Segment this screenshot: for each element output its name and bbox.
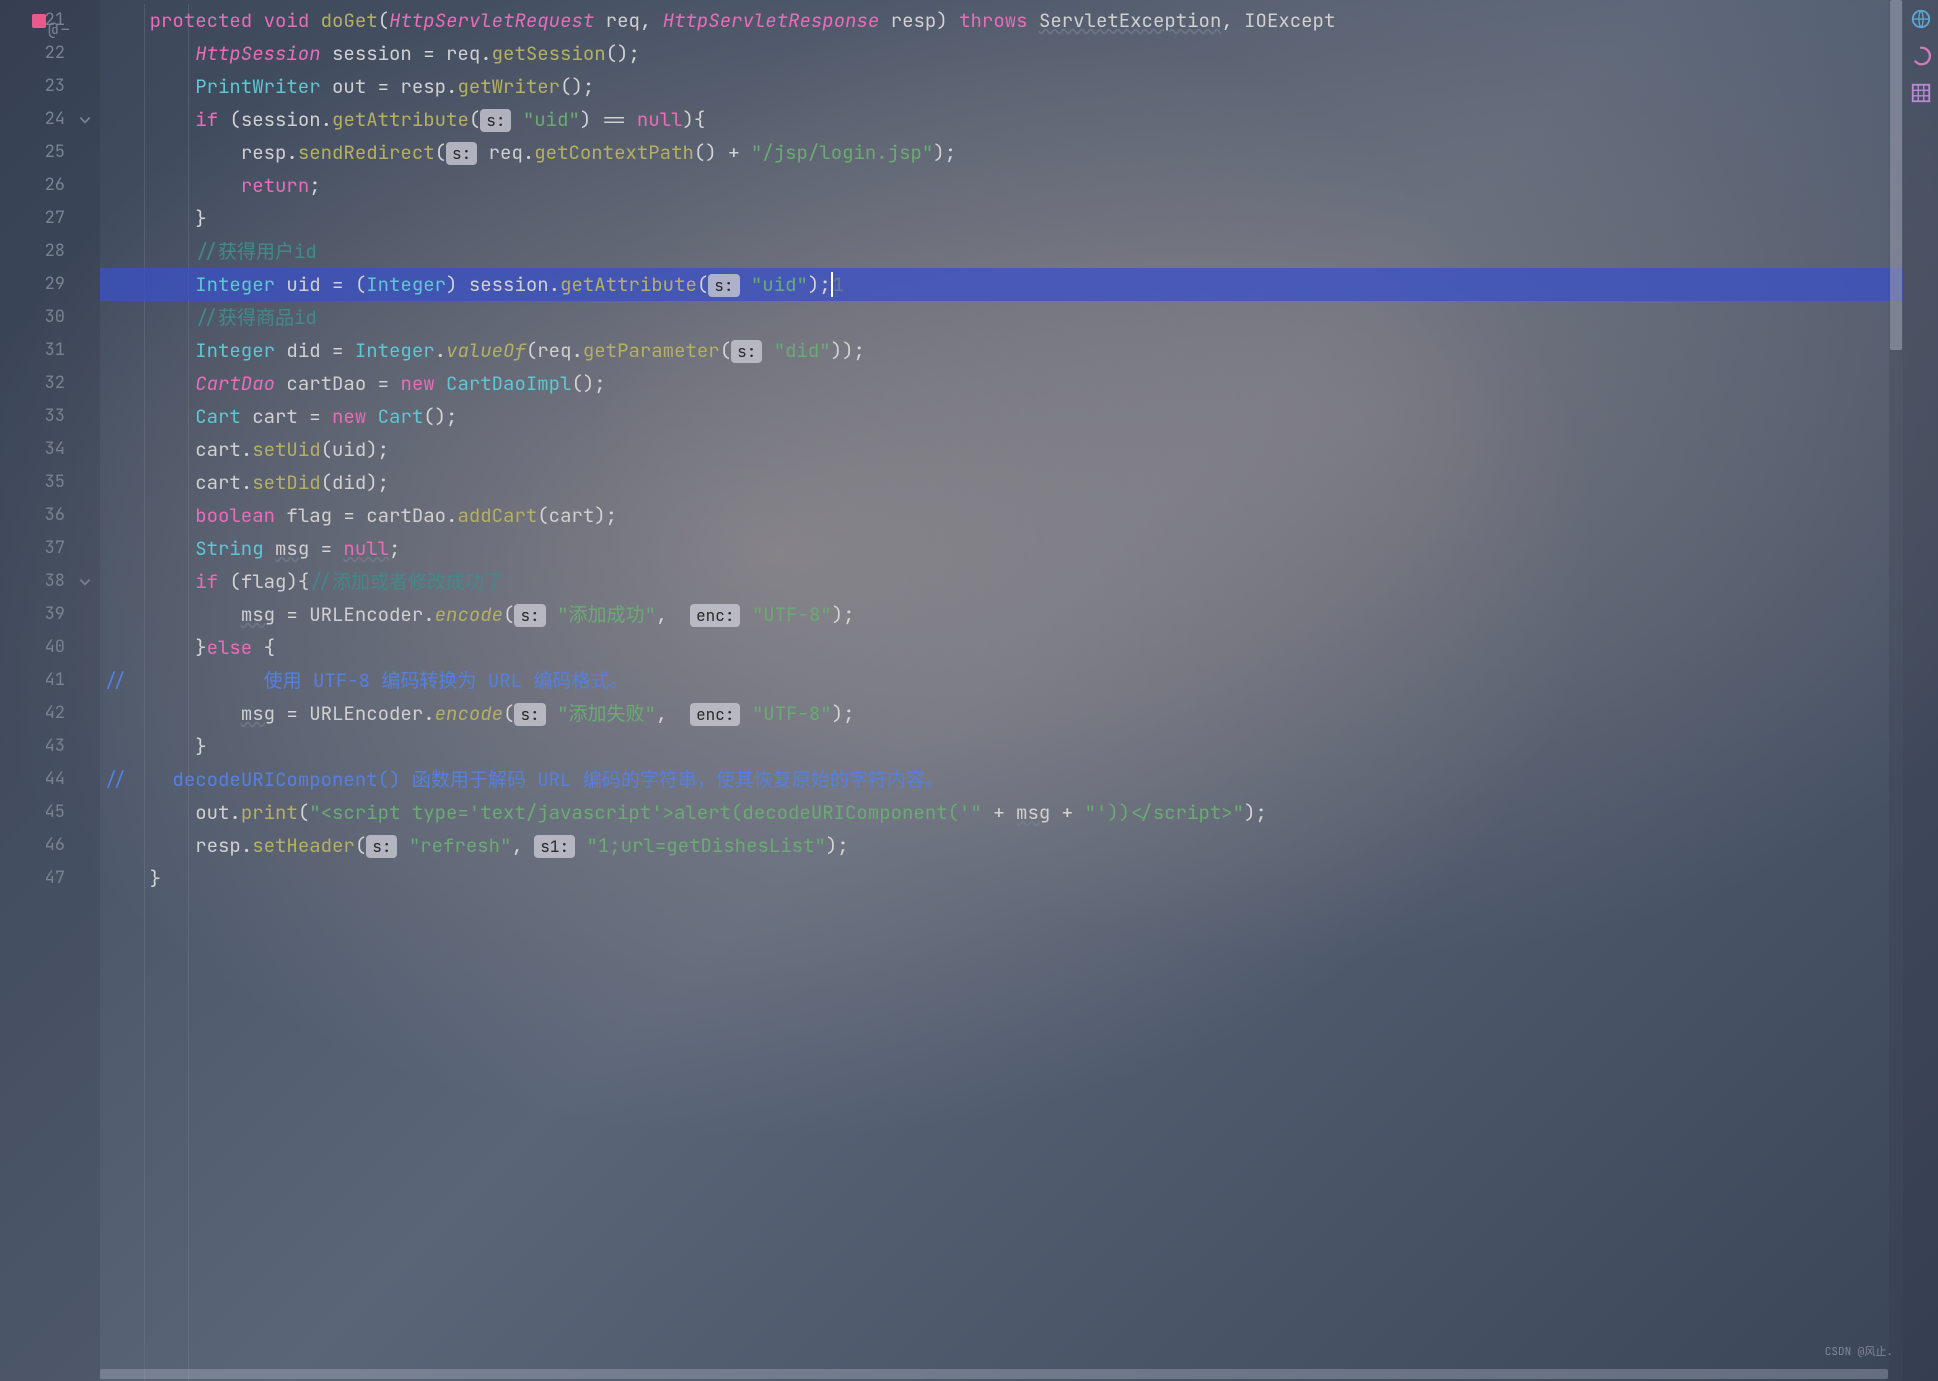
param-hint: s: <box>480 109 511 132</box>
code-line[interactable]: msg = URLEncoder.encode(s: "添加成功", enc: … <box>100 598 1903 631</box>
code-line[interactable]: // 使用 UTF-8 编码转换为 URL 编码格式。 <box>100 664 1903 697</box>
code-line[interactable]: CartDao cartDao = new CartDaoImpl(); <box>100 367 1903 400</box>
line-number[interactable]: 21 @ – <box>0 4 100 37</box>
code-line[interactable]: // decodeURIComponent() 函数用于解码 URL 编码的字符… <box>100 763 1903 796</box>
param-hint: s: <box>366 835 397 858</box>
line-number[interactable]: 47 <box>0 862 100 895</box>
code-line[interactable]: } <box>100 730 1903 763</box>
line-number[interactable]: 22 <box>0 37 100 70</box>
param-hint: s: <box>731 340 762 363</box>
line-number[interactable]: 25 <box>0 136 100 169</box>
line-number[interactable]: 33 <box>0 400 100 433</box>
line-number[interactable]: 27 <box>0 202 100 235</box>
vertical-scrollbar[interactable] <box>1889 0 1903 1381</box>
bookmark-icon[interactable] <box>32 14 46 28</box>
fold-chevron-icon[interactable] <box>78 575 92 589</box>
line-number[interactable]: 39 <box>0 598 100 631</box>
line-number[interactable]: 23 <box>0 70 100 103</box>
horizontal-scrollbar[interactable] <box>100 1369 1888 1379</box>
code-line[interactable]: out.print("<script type='text/javascript… <box>100 796 1903 829</box>
code-line[interactable]: } <box>100 202 1903 235</box>
line-number[interactable]: 38 <box>0 565 100 598</box>
code-line[interactable]: HttpSession session = req.getSession(); <box>100 37 1903 70</box>
code-editor[interactable]: 21 @ – 22 23 24 25 26 27 28 29 30 31 32 … <box>0 0 1938 1381</box>
code-line[interactable]: String msg = null; <box>100 532 1903 565</box>
code-line[interactable]: Integer uid = (Integer) session.getAttri… <box>100 268 1903 301</box>
code-line[interactable]: cart.setDid(did); <box>100 466 1903 499</box>
param-hint: enc: <box>690 703 740 726</box>
param-hint: enc: <box>690 604 740 627</box>
line-number[interactable]: 29 <box>0 268 100 301</box>
code-line[interactable]: Integer did = Integer.valueOf(req.getPar… <box>100 334 1903 367</box>
line-number[interactable]: 41 <box>0 664 100 697</box>
code-line[interactable]: resp.setHeader(s: "refresh", s1: "1;url=… <box>100 829 1903 862</box>
param-hint: s: <box>708 274 739 297</box>
line-number[interactable]: 36 <box>0 499 100 532</box>
line-number[interactable]: 24 <box>0 103 100 136</box>
inline-suggestion: 1 <box>831 272 844 297</box>
code-line[interactable]: if (session.getAttribute(s: "uid") == nu… <box>100 103 1903 136</box>
indent-guide <box>188 4 189 1381</box>
line-number[interactable]: 34 <box>0 433 100 466</box>
param-hint: s: <box>446 142 477 165</box>
param-hint: s: <box>514 703 545 726</box>
line-number[interactable]: 46 <box>0 829 100 862</box>
code-line[interactable]: if (flag){//添加或者修改成功了 <box>100 565 1903 598</box>
watermark-text: CSDN @风止. <box>1825 1343 1893 1359</box>
line-number[interactable]: 42 <box>0 697 100 730</box>
param-hint: s: <box>514 604 545 627</box>
line-number[interactable]: 28 <box>0 235 100 268</box>
line-number[interactable]: 35 <box>0 466 100 499</box>
line-number[interactable]: 26 <box>0 169 100 202</box>
line-number[interactable]: 37 <box>0 532 100 565</box>
fold-chevron-icon[interactable] <box>78 113 92 127</box>
code-line[interactable]: //获得商品id <box>100 301 1903 334</box>
line-number[interactable]: 31 <box>0 334 100 367</box>
globe-icon[interactable] <box>1910 8 1932 30</box>
param-hint: s1: <box>534 835 575 858</box>
line-number[interactable]: 30 <box>0 301 100 334</box>
indent-guide <box>144 4 145 1381</box>
line-number[interactable]: 43 <box>0 730 100 763</box>
code-line[interactable]: resp.sendRedirect(s: req.getContextPath(… <box>100 136 1903 169</box>
code-content[interactable]: protected void doGet(HttpServletRequest … <box>100 0 1903 1381</box>
code-line[interactable]: msg = URLEncoder.encode(s: "添加失败", enc: … <box>100 697 1903 730</box>
code-line[interactable]: return; <box>100 169 1903 202</box>
line-number[interactable]: 40 <box>0 631 100 664</box>
code-line[interactable]: //获得用户id <box>100 235 1903 268</box>
code-line[interactable]: } <box>100 862 1903 895</box>
grid-icon[interactable] <box>1910 82 1932 104</box>
code-line[interactable]: PrintWriter out = resp.getWriter(); <box>100 70 1903 103</box>
code-line[interactable]: Cart cart = new Cart(); <box>100 400 1903 433</box>
spiral-icon[interactable] <box>1910 45 1932 67</box>
code-line[interactable]: protected void doGet(HttpServletRequest … <box>100 4 1903 37</box>
line-number[interactable]: 44 <box>0 763 100 796</box>
right-tool-panel <box>1903 0 1938 1381</box>
line-number[interactable]: 45 <box>0 796 100 829</box>
line-number[interactable]: 32 <box>0 367 100 400</box>
code-line[interactable]: boolean flag = cartDao.addCart(cart); <box>100 499 1903 532</box>
code-line[interactable]: }else { <box>100 631 1903 664</box>
code-line[interactable]: cart.setUid(uid); <box>100 433 1903 466</box>
line-gutter[interactable]: 21 @ – 22 23 24 25 26 27 28 29 30 31 32 … <box>0 0 100 1381</box>
